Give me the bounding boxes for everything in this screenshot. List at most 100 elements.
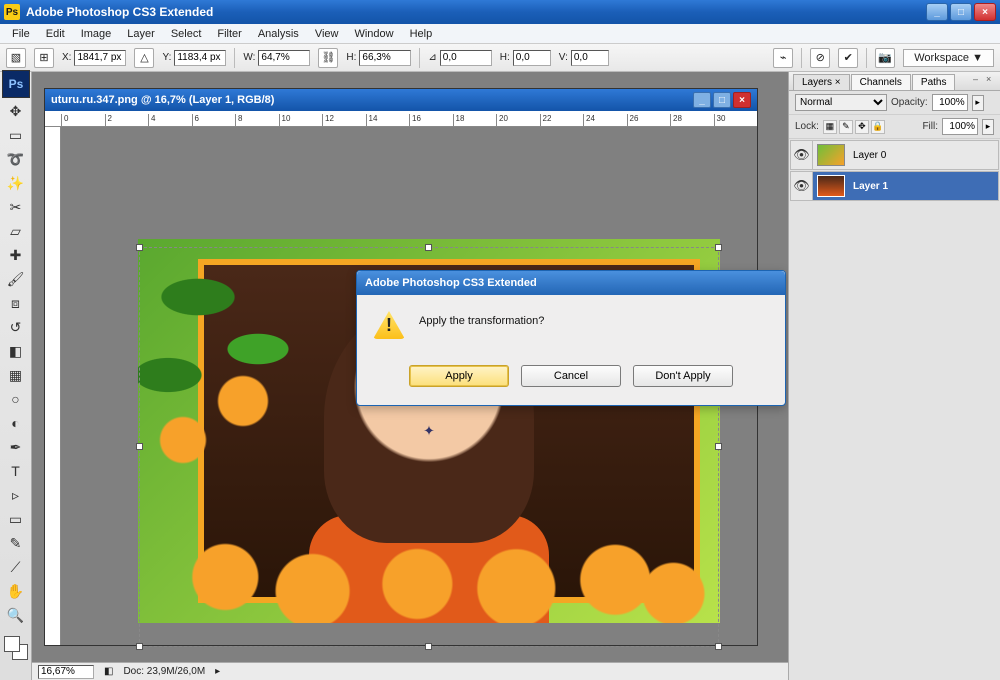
ruler-vertical[interactable] xyxy=(45,127,61,645)
document-title: uturu.ru.347.png @ 16,7% (Layer 1, RGB/8… xyxy=(51,94,274,106)
lock-all-icon[interactable]: 🔒 xyxy=(871,120,885,134)
menu-select[interactable]: Select xyxy=(163,26,210,42)
color-swatches[interactable] xyxy=(4,636,28,660)
opt-vskew-input[interactable] xyxy=(571,50,609,66)
blur-tool[interactable]: ○ xyxy=(4,388,28,410)
layer-name[interactable]: Layer 0 xyxy=(849,150,886,161)
doc-info: Doc: 23,9M/26,0M xyxy=(123,666,205,677)
layer-thumbnail[interactable] xyxy=(817,175,845,197)
gradient-tool[interactable]: ▦ xyxy=(4,364,28,386)
link-xy-icon[interactable]: △ xyxy=(134,48,154,68)
opt-w-input[interactable] xyxy=(258,50,310,66)
cancel-transform-icon[interactable]: ⊘ xyxy=(810,48,830,68)
menu-help[interactable]: Help xyxy=(402,26,441,42)
wand-tool[interactable]: ✨ xyxy=(4,172,28,194)
shape-tool[interactable]: ▭ xyxy=(4,508,28,530)
opt-x-input[interactable] xyxy=(74,50,126,66)
zoom-tool[interactable]: 🔍 xyxy=(4,604,28,626)
layer-list: 👁 Layer 0 👁 Layer 1 xyxy=(789,139,1000,680)
blend-mode-select[interactable]: Normal xyxy=(795,94,887,111)
status-left-icon[interactable]: ◧ xyxy=(104,666,113,677)
layer-row[interactable]: 👁 Layer 0 xyxy=(790,140,999,170)
opacity-label: Opacity: xyxy=(891,97,928,108)
workspace-button[interactable]: Workspace ▼ xyxy=(903,49,994,67)
maximize-button[interactable]: □ xyxy=(950,3,972,21)
fill-input[interactable] xyxy=(942,118,978,135)
crop-tool[interactable]: ✂ xyxy=(4,196,28,218)
hand-tool[interactable]: ✋ xyxy=(4,580,28,602)
layer-name[interactable]: Layer 1 xyxy=(849,181,888,192)
marquee-tool[interactable]: ▭ xyxy=(4,124,28,146)
menu-edit[interactable]: Edit xyxy=(38,26,73,42)
transform-tool-icon[interactable]: ▧ xyxy=(6,48,26,68)
path-select-tool[interactable]: ▹ xyxy=(4,484,28,506)
visibility-icon[interactable]: 👁 xyxy=(791,172,813,200)
link-wh-icon[interactable]: ⛓ xyxy=(318,48,338,68)
opacity-input[interactable] xyxy=(932,94,968,111)
tab-channels[interactable]: Channels xyxy=(851,74,911,90)
doc-close-button[interactable]: × xyxy=(733,92,751,108)
doc-info-arrow-icon[interactable]: ▸ xyxy=(215,666,220,677)
tab-paths[interactable]: Paths xyxy=(912,74,956,90)
menu-bar: File Edit Image Layer Select Filter Anal… xyxy=(0,24,1000,44)
transform-center-icon[interactable]: ✦ xyxy=(423,423,435,440)
lock-position-icon[interactable]: ✥ xyxy=(855,120,869,134)
menu-file[interactable]: File xyxy=(4,26,38,42)
menu-image[interactable]: Image xyxy=(73,26,120,42)
apply-button[interactable]: Apply xyxy=(409,365,509,387)
lasso-tool[interactable]: ➰ xyxy=(4,148,28,170)
panel-minimize-icon[interactable]: – xyxy=(973,74,983,84)
warp-mode-icon[interactable]: ⌁ xyxy=(773,48,793,68)
go-bridge-icon[interactable]: 📷 xyxy=(875,48,895,68)
layer-row[interactable]: 👁 Layer 1 xyxy=(790,171,999,201)
lock-brush-icon[interactable]: ✎ xyxy=(839,120,853,134)
type-tool[interactable]: T xyxy=(4,460,28,482)
menu-window[interactable]: Window xyxy=(346,26,401,42)
menu-view[interactable]: View xyxy=(307,26,347,42)
fill-arrow-icon[interactable]: ▸ xyxy=(982,119,994,135)
slice-tool[interactable]: ▱ xyxy=(4,220,28,242)
status-bar: ◧ Doc: 23,9M/26,0M ▸ xyxy=(32,662,788,680)
menu-analysis[interactable]: Analysis xyxy=(250,26,307,42)
panel-close-icon[interactable]: × xyxy=(986,74,996,84)
doc-minimize-button[interactable]: _ xyxy=(693,92,711,108)
lock-label: Lock: xyxy=(795,121,819,132)
reference-point-icon[interactable]: ⊞ xyxy=(34,48,54,68)
close-button[interactable]: × xyxy=(974,3,996,21)
app-titlebar: Ps Adobe Photoshop CS3 Extended _ □ × xyxy=(0,0,1000,24)
notes-tool[interactable]: ✎ xyxy=(4,532,28,554)
zoom-field[interactable] xyxy=(38,665,94,679)
pen-tool[interactable]: ✒ xyxy=(4,436,28,458)
opacity-arrow-icon[interactable]: ▸ xyxy=(972,95,984,111)
tab-layers[interactable]: Layers × xyxy=(793,74,850,90)
dialog-title[interactable]: Adobe Photoshop CS3 Extended xyxy=(357,271,785,295)
commit-transform-icon[interactable]: ✔ xyxy=(838,48,858,68)
menu-layer[interactable]: Layer xyxy=(119,26,163,42)
layer-thumbnail[interactable] xyxy=(817,144,845,166)
minimize-button[interactable]: _ xyxy=(926,3,948,21)
dont-apply-button[interactable]: Don't Apply xyxy=(633,365,733,387)
options-bar: ▧ ⊞ X: △ Y: W: ⛓ H: ⊿ H: V: ⌁ ⊘ ✔ 📷 Work… xyxy=(0,44,1000,72)
move-tool[interactable]: ✥ xyxy=(4,100,28,122)
opt-hskew-input[interactable] xyxy=(513,50,551,66)
opt-y-input[interactable] xyxy=(174,50,226,66)
cancel-button[interactable]: Cancel xyxy=(521,365,621,387)
ps-logo-icon: Ps xyxy=(2,70,30,98)
opt-h-input[interactable] xyxy=(359,50,411,66)
document-titlebar[interactable]: uturu.ru.347.png @ 16,7% (Layer 1, RGB/8… xyxy=(45,89,757,111)
opt-angle-input[interactable] xyxy=(440,50,492,66)
doc-maximize-button[interactable]: □ xyxy=(713,92,731,108)
dodge-tool[interactable]: ◐ xyxy=(4,412,28,434)
ruler-horizontal[interactable]: 024681012141618202224262830 xyxy=(45,111,757,127)
heal-tool[interactable]: ✚ xyxy=(4,244,28,266)
app-title: Adobe Photoshop CS3 Extended xyxy=(26,5,213,19)
brush-tool[interactable]: 🖌 xyxy=(4,268,28,290)
menu-filter[interactable]: Filter xyxy=(209,26,249,42)
visibility-icon[interactable]: 👁 xyxy=(791,141,813,169)
dialog-message: Apply the transformation? xyxy=(419,311,544,327)
stamp-tool[interactable]: ⧈ xyxy=(4,292,28,314)
eyedropper-tool[interactable]: ⟋ xyxy=(4,556,28,578)
eraser-tool[interactable]: ◧ xyxy=(4,340,28,362)
history-brush-tool[interactable]: ↺ xyxy=(4,316,28,338)
lock-pixels-icon[interactable]: ▦ xyxy=(823,120,837,134)
